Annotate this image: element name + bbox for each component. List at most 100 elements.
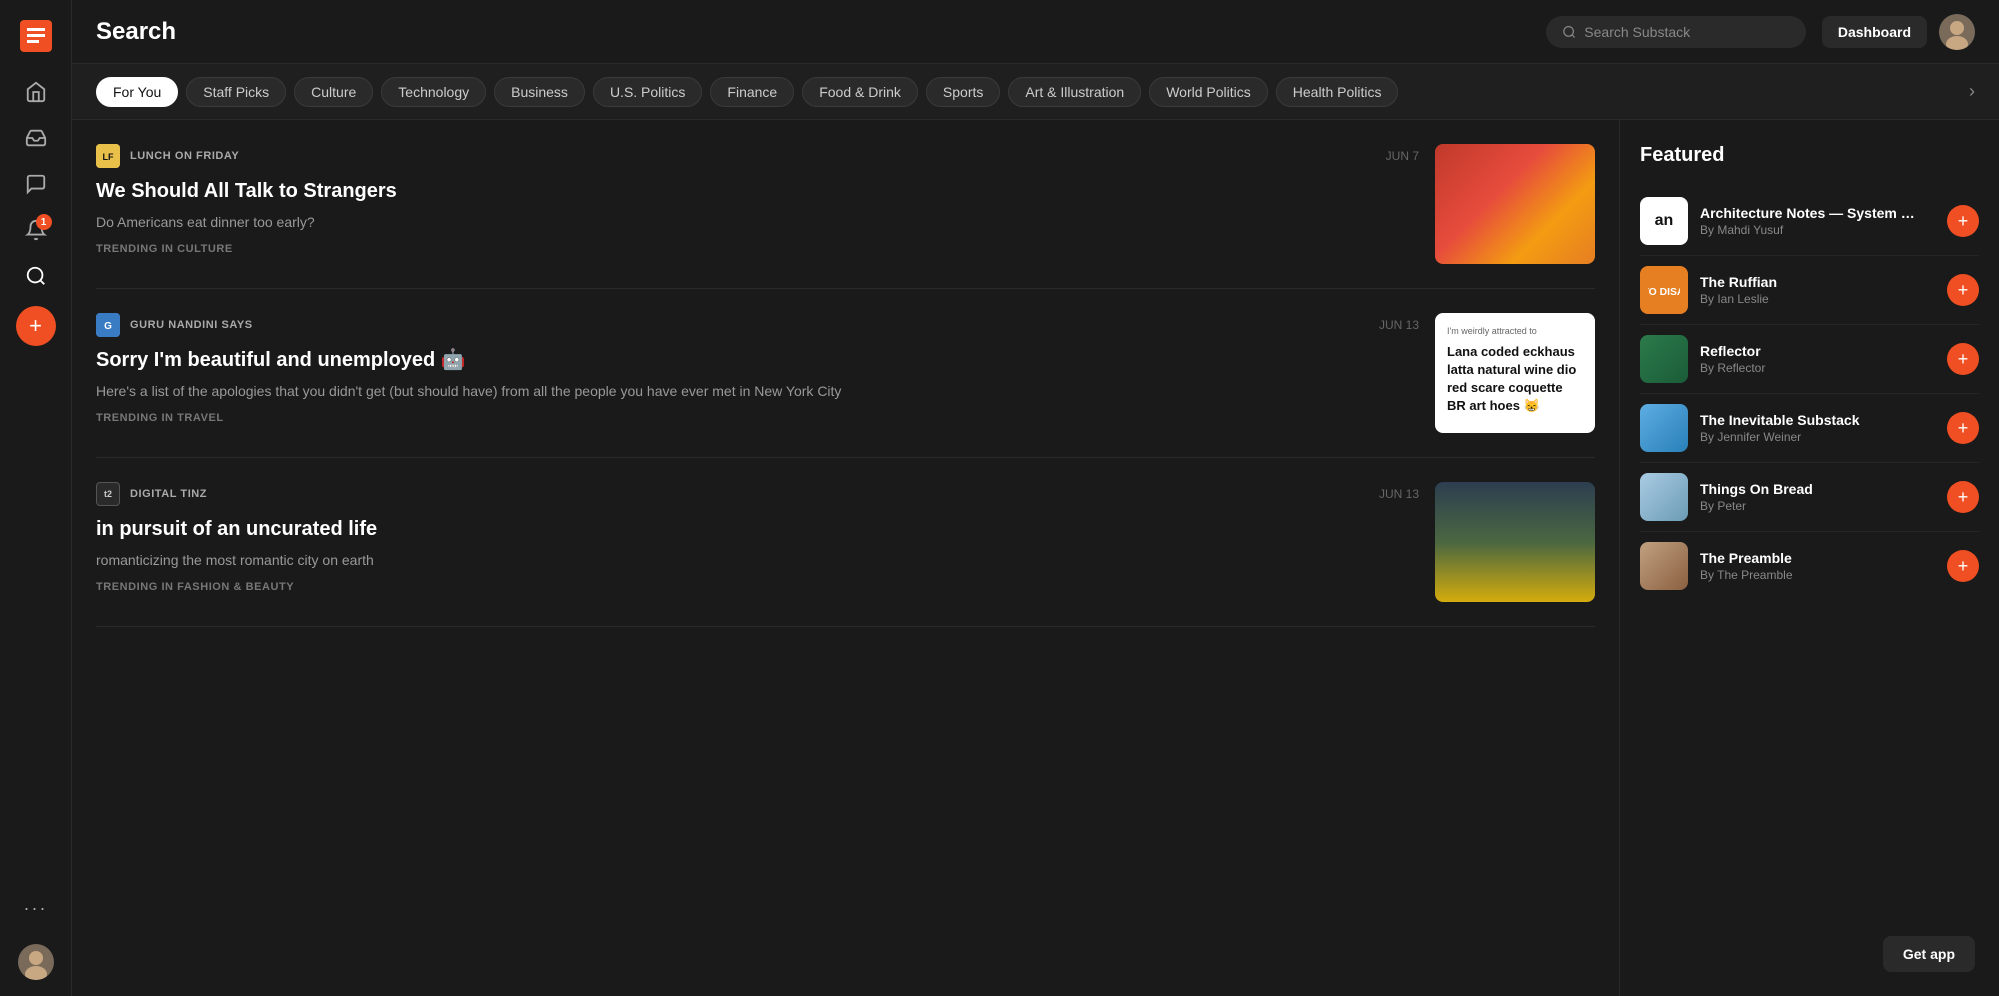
svg-text:G: G xyxy=(104,321,112,332)
create-button[interactable]: + xyxy=(16,306,56,346)
featured-add-bread[interactable]: + xyxy=(1947,481,1979,513)
feed-source-1: LUNCH ON FRIDAY xyxy=(130,150,239,162)
tab-sports[interactable]: Sports xyxy=(926,77,1000,107)
feed-item-content-2: G GURU NANDINI SAYS JUN 13 Sorry I'm bea… xyxy=(96,313,1419,424)
feed-desc-3: romanticizing the most romantic city on … xyxy=(96,550,1419,571)
featured-info-inevitable: The Inevitable Substack By Jennifer Wein… xyxy=(1700,412,1935,444)
featured-add-reflector[interactable]: + xyxy=(1947,343,1979,375)
featured-panel: Featured an Architecture Notes — System … xyxy=(1619,120,1999,996)
user-avatar-sidebar[interactable] xyxy=(18,944,54,980)
feed-title-1: We Should All Talk to Strangers xyxy=(96,178,1419,204)
search-icon xyxy=(1562,24,1576,40)
feed-item-avatar-1: LF xyxy=(96,144,120,168)
tab-us-politics[interactable]: U.S. Politics xyxy=(593,77,702,107)
get-app-button[interactable]: Get app xyxy=(1883,936,1975,972)
featured-item-bread: Things On Bread By Peter + xyxy=(1640,463,1979,532)
featured-item-ruffian: HOW TO DISAGREE The Ruffian By Ian Lesli… xyxy=(1640,256,1979,325)
featured-name-reflector: Reflector xyxy=(1700,343,1920,359)
feed-desc-2: Here's a list of the apologies that you … xyxy=(96,381,1419,402)
featured-info-bread: Things On Bread By Peter xyxy=(1700,481,1935,513)
tab-for-you[interactable]: For You xyxy=(96,77,178,107)
featured-info-ruffian: The Ruffian By Ian Leslie xyxy=(1700,274,1935,306)
feed-tag-2: TRENDING IN TRAVEL xyxy=(96,412,1419,424)
featured-name-preamble: The Preamble xyxy=(1700,550,1920,566)
featured-item-inevitable: The Inevitable Substack By Jennifer Wein… xyxy=(1640,394,1979,463)
featured-info-architecture-notes: Architecture Notes — System Design & ...… xyxy=(1700,205,1935,237)
img-text-main: Lana coded eckhaus latta natural wine di… xyxy=(1447,343,1583,416)
search-nav-icon[interactable] xyxy=(16,256,56,296)
featured-item-reflector: Reflector By Reflector + xyxy=(1640,325,1979,394)
sidebar: 1 + ··· xyxy=(0,0,72,996)
featured-by-bread: By Peter xyxy=(1700,499,1935,513)
feed-title-2: Sorry I'm beautiful and unemployed 🤖 xyxy=(96,347,1419,373)
tab-world-politics[interactable]: World Politics xyxy=(1149,77,1268,107)
header: Search Dashboard xyxy=(72,0,1999,64)
feed-desc-1: Do Americans eat dinner too early? xyxy=(96,212,1419,233)
sidebar-bottom: ··· xyxy=(16,888,56,980)
feed-item-2: G GURU NANDINI SAYS JUN 13 Sorry I'm bea… xyxy=(96,289,1595,458)
feed-item-content-3: t2 DIGITAL TINZ JUN 13 in pursuit of an … xyxy=(96,482,1419,593)
tab-bar: For You Staff Picks Culture Technology B… xyxy=(72,64,1999,120)
featured-by-inevitable: By Jennifer Weiner xyxy=(1700,430,1935,444)
feed-title-3: in pursuit of an uncurated life xyxy=(96,516,1419,542)
feed-tag-3: TRENDING IN FASHION & BEAUTY xyxy=(96,581,1419,593)
feed-image-1 xyxy=(1435,144,1595,264)
search-bar[interactable] xyxy=(1546,16,1806,48)
featured-name-bread: Things On Bread xyxy=(1700,481,1920,497)
featured-add-architecture-notes[interactable]: + xyxy=(1947,205,1979,237)
dashboard-button[interactable]: Dashboard xyxy=(1822,16,1927,48)
more-icon[interactable]: ··· xyxy=(16,888,56,928)
feed-source-2: GURU NANDINI SAYS xyxy=(130,319,253,331)
img-text-top: I'm weirdly attracted to xyxy=(1447,325,1583,339)
feed-date-2: JUN 13 xyxy=(1379,318,1419,332)
svg-text:HOW TO DISAGREE: HOW TO DISAGREE xyxy=(1648,287,1680,298)
feed-tag-1: TRENDING IN CULTURE xyxy=(96,243,1419,255)
feed-item-meta-3: t2 DIGITAL TINZ JUN 13 xyxy=(96,482,1419,506)
featured-add-preamble[interactable]: + xyxy=(1947,550,1979,582)
featured-thumb-preamble xyxy=(1640,542,1688,590)
main-content: Search Dashboard For You Staff Picks Cul… xyxy=(72,0,1999,996)
feed-date-3: JUN 13 xyxy=(1379,487,1419,501)
feed-image-2: I'm weirdly attracted to Lana coded eckh… xyxy=(1435,313,1595,433)
feed-item-avatar-2: G xyxy=(96,313,120,337)
notifications-icon[interactable]: 1 xyxy=(16,210,56,250)
feed-source-3: DIGITAL TINZ xyxy=(130,488,207,500)
feed-item: LF LUNCH ON FRIDAY JUN 7 We Should All T… xyxy=(96,120,1595,289)
featured-add-inevitable[interactable]: + xyxy=(1947,412,1979,444)
feed-date-1: JUN 7 xyxy=(1386,149,1419,163)
svg-text:LF: LF xyxy=(103,152,114,162)
feed-item-avatar-3: t2 xyxy=(96,482,120,506)
tab-culture[interactable]: Culture xyxy=(294,77,373,107)
feed-image-3 xyxy=(1435,482,1595,602)
user-avatar-header[interactable] xyxy=(1939,14,1975,50)
page-title: Search xyxy=(96,18,176,46)
home-icon[interactable] xyxy=(16,72,56,112)
tab-staff-picks[interactable]: Staff Picks xyxy=(186,77,286,107)
chat-icon[interactable] xyxy=(16,164,56,204)
tab-art-illustration[interactable]: Art & Illustration xyxy=(1008,77,1141,107)
ruffian-icon: HOW TO DISAGREE xyxy=(1648,274,1680,306)
notification-badge: 1 xyxy=(36,214,52,230)
featured-by-ruffian: By Ian Leslie xyxy=(1700,292,1935,306)
tab-business[interactable]: Business xyxy=(494,77,585,107)
feed-item-meta-1: LF LUNCH ON FRIDAY JUN 7 xyxy=(96,144,1419,168)
featured-title: Featured xyxy=(1640,144,1979,167)
logo-icon[interactable] xyxy=(16,16,56,56)
feed-item-3: t2 DIGITAL TINZ JUN 13 in pursuit of an … xyxy=(96,458,1595,627)
featured-add-ruffian[interactable]: + xyxy=(1947,274,1979,306)
featured-name-inevitable: The Inevitable Substack xyxy=(1700,412,1920,428)
tab-technology[interactable]: Technology xyxy=(381,77,486,107)
search-input[interactable] xyxy=(1584,24,1790,40)
tab-food-drink[interactable]: Food & Drink xyxy=(802,77,918,107)
featured-item-preamble: The Preamble By The Preamble + xyxy=(1640,532,1979,600)
tab-health-politics[interactable]: Health Politics xyxy=(1276,77,1399,107)
featured-item-architecture-notes: an Architecture Notes — System Design & … xyxy=(1640,187,1979,256)
featured-by-reflector: By Reflector xyxy=(1700,361,1935,375)
inbox-icon[interactable] xyxy=(16,118,56,158)
tab-scroll-arrow[interactable]: › xyxy=(1969,81,1975,102)
featured-thumb-inevitable xyxy=(1640,404,1688,452)
featured-thumb-architecture-notes: an xyxy=(1640,197,1688,245)
tab-finance[interactable]: Finance xyxy=(710,77,794,107)
feed-item-meta-2: G GURU NANDINI SAYS JUN 13 xyxy=(96,313,1419,337)
featured-info-reflector: Reflector By Reflector xyxy=(1700,343,1935,375)
